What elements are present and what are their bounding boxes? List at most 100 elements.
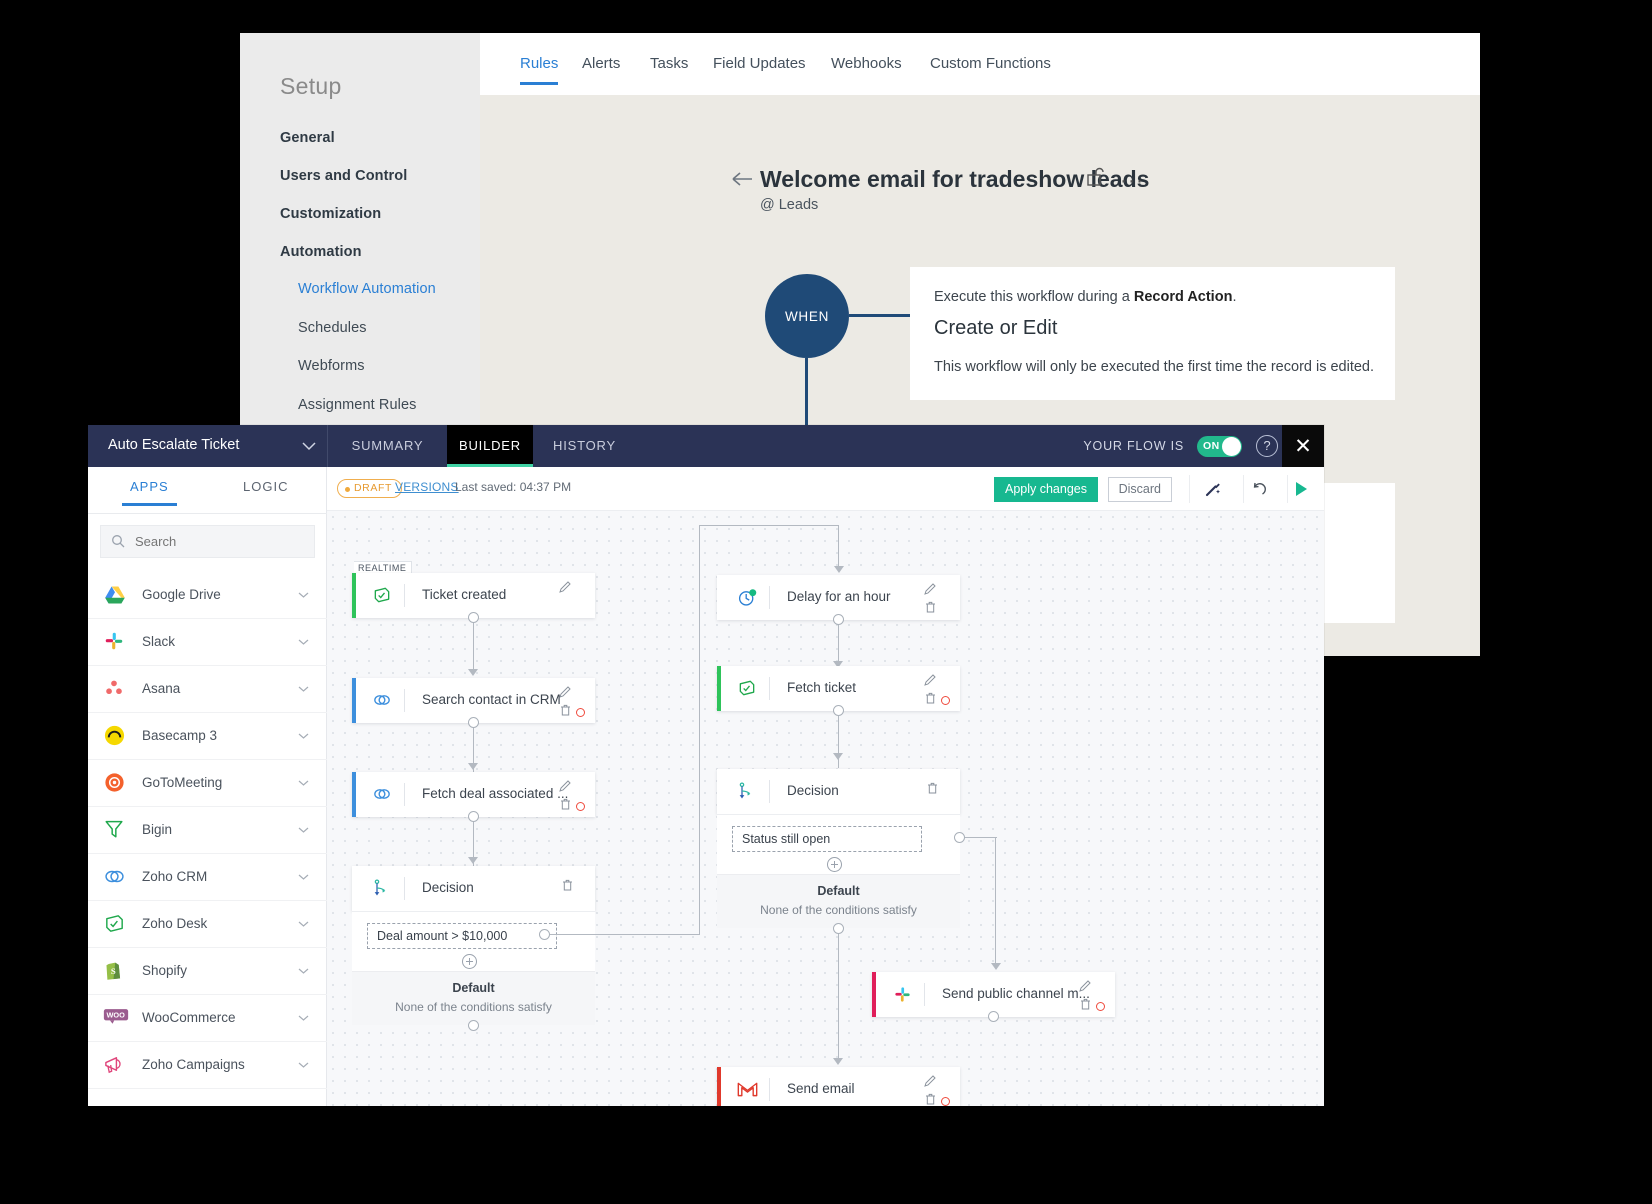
app-row-shopify[interactable]: S Shopify <box>88 948 327 995</box>
sidebar-item-customization[interactable]: Customization <box>280 206 381 222</box>
delete-icon[interactable] <box>560 798 571 810</box>
tab-tasks[interactable]: Tasks <box>650 55 688 72</box>
app-row-zoho-desk[interactable]: Zoho Desk <box>88 901 327 948</box>
node-output-port[interactable] <box>468 717 479 728</box>
edit-icon[interactable] <box>924 1075 936 1087</box>
default-output-port[interactable] <box>468 1020 479 1031</box>
app-row-slack[interactable]: Slack <box>88 619 327 666</box>
sidebar-item-general[interactable]: General <box>280 130 335 146</box>
basecamp-icon <box>103 724 127 748</box>
app-row-woocommerce[interactable]: WOO WooCommerce <box>88 995 327 1042</box>
delete-icon[interactable] <box>925 601 936 613</box>
app-row-zoho-crm[interactable]: Zoho CRM <box>88 854 327 901</box>
undo-icon[interactable] <box>1246 476 1272 502</box>
sidebar-item-workflow-automation[interactable]: Workflow Automation <box>298 281 436 297</box>
chevron-down-icon[interactable] <box>298 638 309 646</box>
app-row-zoho-campaigns[interactable]: Zoho Campaigns <box>88 1042 327 1089</box>
discard-button[interactable]: Discard <box>1107 477 1172 502</box>
node-output-port[interactable] <box>833 705 844 716</box>
chevron-down-icon[interactable] <box>298 779 309 787</box>
delete-icon[interactable] <box>562 879 573 891</box>
edit-icon[interactable] <box>559 686 571 698</box>
app-row-bigin[interactable]: Bigin <box>88 807 327 854</box>
error-indicator-icon[interactable] <box>576 708 585 717</box>
error-indicator-icon[interactable] <box>941 696 950 705</box>
sidebar-item-schedules[interactable]: Schedules <box>298 320 367 336</box>
error-indicator-icon[interactable] <box>1096 1002 1105 1011</box>
magic-wand-icon[interactable] <box>1200 476 1226 502</box>
node-output-port[interactable] <box>988 1011 999 1022</box>
node-decision-left[interactable]: Decision <box>352 866 595 911</box>
error-indicator-icon[interactable] <box>941 1097 950 1106</box>
chevron-down-icon[interactable] <box>298 1014 309 1022</box>
when-note: This workflow will only be executed the … <box>934 359 1375 375</box>
add-condition-icon[interactable] <box>462 954 477 969</box>
app-row-google-drive[interactable]: Google Drive <box>88 572 327 619</box>
app-row-asana[interactable]: Asana <box>88 666 327 713</box>
panel-tab-apps[interactable]: APPS <box>122 479 177 506</box>
error-indicator-icon[interactable] <box>576 802 585 811</box>
sidebar-item-automation[interactable]: Automation <box>280 244 362 260</box>
chevron-down-icon[interactable] <box>298 826 309 834</box>
edit-icon[interactable] <box>559 581 571 593</box>
chevron-down-icon[interactable] <box>298 591 309 599</box>
node-output-port[interactable] <box>833 614 844 625</box>
help-icon[interactable]: ? <box>1256 435 1278 457</box>
chevron-down-icon[interactable] <box>298 1061 309 1069</box>
delete-icon[interactable] <box>925 692 936 704</box>
more-options-icon[interactable]: ··· <box>1120 169 1144 193</box>
edit-icon[interactable] <box>924 583 936 595</box>
tab-builder[interactable]: BUILDER <box>447 425 533 467</box>
panel-tab-logic[interactable]: LOGIC <box>243 479 288 494</box>
delete-icon[interactable] <box>925 1093 936 1105</box>
condition-left[interactable]: Deal amount > $10,000 <box>367 923 557 949</box>
add-condition-icon[interactable] <box>827 857 842 872</box>
node-output-port[interactable] <box>468 612 479 623</box>
chevron-down-icon[interactable] <box>298 873 309 881</box>
zoho-campaigns-icon <box>103 1053 127 1077</box>
node-output-port[interactable] <box>468 811 479 822</box>
sidebar-item-assignment-rules[interactable]: Assignment Rules <box>298 397 416 413</box>
close-icon[interactable]: ✕ <box>1282 425 1324 467</box>
tab-history[interactable]: HISTORY <box>533 425 636 467</box>
search-field-wrapper[interactable] <box>100 525 315 558</box>
chevron-down-icon[interactable] <box>298 920 309 928</box>
chevron-down-icon[interactable] <box>301 440 317 452</box>
when-trigger-bubble[interactable]: WHEN <box>765 274 849 358</box>
decision-icon <box>370 876 394 900</box>
chevron-down-icon[interactable] <box>298 685 309 693</box>
chevron-down-icon[interactable] <box>298 732 309 740</box>
edit-icon[interactable] <box>1079 980 1091 992</box>
back-arrow-icon[interactable] <box>730 166 756 192</box>
condition-output-port[interactable] <box>539 929 550 940</box>
condition-output-port[interactable] <box>954 832 965 843</box>
tab-summary[interactable]: SUMMARY <box>328 425 447 467</box>
node-title: Search contact in CRM <box>422 692 561 707</box>
run-flow-icon[interactable] <box>1288 476 1314 502</box>
edit-icon[interactable] <box>924 674 936 686</box>
app-row-gotomeeting[interactable]: GoToMeeting <box>88 760 327 807</box>
tab-rules[interactable]: Rules <box>520 55 559 85</box>
sidebar-item-webforms[interactable]: Webforms <box>298 358 365 374</box>
tab-alerts[interactable]: Alerts <box>582 55 620 72</box>
tab-custom-functions[interactable]: Custom Functions <box>930 55 1051 72</box>
edit-icon[interactable] <box>559 780 571 792</box>
default-output-port[interactable] <box>833 923 844 934</box>
search-input[interactable] <box>133 526 308 557</box>
unlocked-padlock-icon[interactable] <box>1087 166 1105 188</box>
apply-changes-button[interactable]: Apply changes <box>993 477 1098 502</box>
tab-webhooks[interactable]: Webhooks <box>831 55 902 72</box>
chevron-down-icon[interactable] <box>298 967 309 975</box>
node-send-email[interactable]: Send email <box>717 1067 960 1106</box>
flow-enable-toggle[interactable]: ON <box>1197 436 1242 457</box>
condition-right[interactable]: Status still open <box>732 826 922 852</box>
app-row-basecamp-3[interactable]: Basecamp 3 <box>88 713 327 760</box>
versions-link[interactable]: VERSIONS <box>395 480 459 494</box>
node-decision-right[interactable]: Decision <box>717 769 960 814</box>
delete-icon[interactable] <box>560 704 571 716</box>
sidebar-item-users-and-control[interactable]: Users and Control <box>280 168 407 184</box>
workflow-builder-canvas[interactable]: REALTIME Ticket created Search contact i… <box>327 511 1324 1106</box>
delete-icon[interactable] <box>1080 998 1091 1010</box>
delete-icon[interactable] <box>927 782 938 794</box>
tab-field-updates[interactable]: Field Updates <box>713 55 806 72</box>
